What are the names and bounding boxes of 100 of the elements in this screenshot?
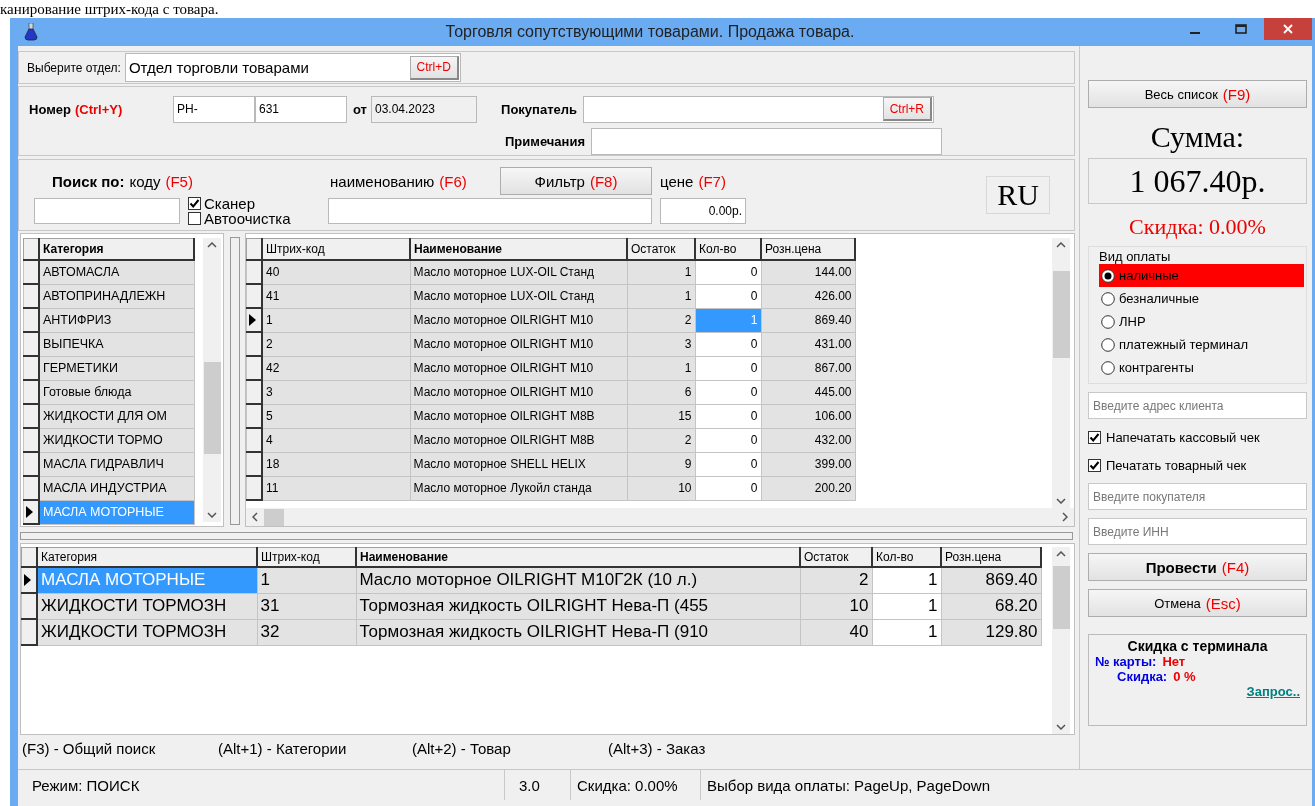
column-header[interactable]: Штрих-код [262,238,410,260]
row-header[interactable] [23,452,39,476]
chevron-left-icon[interactable] [252,512,258,522]
checkbox[interactable]: Сканер [188,196,322,211]
request-link[interactable]: Запрос.. [1246,684,1300,699]
row-header[interactable] [23,500,39,524]
row-header[interactable] [246,284,262,308]
close-button[interactable] [1264,18,1312,40]
row-header[interactable] [23,260,39,284]
radio-option[interactable]: наличные [1099,264,1304,287]
price-search-field[interactable]: 0.00р. [660,198,746,224]
row-header[interactable] [21,567,37,593]
row-header[interactable] [246,308,262,332]
column-header[interactable]: Розн.цена [761,238,855,260]
row-header[interactable] [246,452,262,476]
column-header[interactable]: Остаток [800,547,872,567]
row-header[interactable] [23,476,39,500]
scroll-thumb[interactable] [1052,565,1070,630]
scroll-thumb[interactable] [1052,271,1070,359]
row-header[interactable] [246,404,262,428]
table-cell: 1 [257,567,356,593]
column-header[interactable]: Наименование [356,547,800,567]
table-cell[interactable]: ЖИДКОСТИ ТОРМОЗН [37,619,257,645]
vertical-scrollbar[interactable] [1052,547,1070,734]
row-header[interactable] [246,380,262,404]
filter-button[interactable]: Фильтр (F8) [500,167,652,195]
column-header[interactable]: Категория [39,238,194,260]
post-button[interactable]: Провести (F4) [1088,553,1307,581]
vertical-scrollbar[interactable] [203,238,221,522]
row-header[interactable] [23,308,39,332]
table-cell[interactable]: Готовые блюда [39,380,194,404]
row-header[interactable] [23,404,39,428]
input-field[interactable]: PH- [173,95,255,123]
name-search-field[interactable] [328,198,652,224]
scroll-thumb[interactable] [264,508,284,526]
quantity-cell[interactable]: 1 [872,619,941,645]
column-header[interactable]: Наименование [410,238,627,260]
radio-option[interactable]: ЛНР [1099,310,1304,333]
row-header[interactable] [21,593,37,619]
checkbox[interactable]: Печатать товарный чек [1088,455,1307,475]
scroll-thumb[interactable] [203,362,221,455]
chevron-up-icon[interactable] [1056,242,1066,248]
chevron-up-icon[interactable] [1056,551,1066,557]
table-cell[interactable]: МАСЛА ИНДУСТРИА [39,476,194,500]
row-header[interactable] [246,260,262,284]
checkbox[interactable]: Автоочистка [188,211,322,226]
horizontal-scrollbar[interactable] [246,508,1074,526]
quantity-cell[interactable]: 1 [872,593,941,619]
row-header[interactable] [23,356,39,380]
chevron-right-icon[interactable] [1062,512,1068,522]
buyer-field[interactable]: Введите покупателя [1088,483,1307,510]
column-header[interactable]: Остаток [627,238,695,260]
radio-option[interactable]: безналичные [1099,287,1304,310]
table-cell[interactable]: ВЫПЕЧКА [39,332,194,356]
buyer-field[interactable]: Ctrl+R [583,95,934,123]
row-header[interactable] [23,428,39,452]
row-header[interactable] [23,380,39,404]
cancel-button[interactable]: Отмена (Esc) [1088,589,1307,617]
vertical-scrollbar[interactable] [1052,238,1070,508]
table-cell[interactable]: АВТОПРИНАДЛЕЖН [39,284,194,308]
column-header[interactable]: Кол-во [872,547,941,567]
table-cell[interactable]: ЖИДКОСТИ ДЛЯ ОМ [39,404,194,428]
row-header[interactable] [246,356,262,380]
row-header[interactable] [21,619,37,645]
notes-field[interactable] [591,127,942,155]
table-cell[interactable]: АНТИФРИЗ [39,308,194,332]
row-header[interactable] [23,284,39,308]
quantity-cell[interactable]: 1 [872,567,941,593]
row-header[interactable] [246,428,262,452]
field-label: от [353,101,367,117]
chevron-down-icon[interactable] [207,512,217,518]
table-cell[interactable]: ЖИДКОСТИ ТОРМОЗН [37,593,257,619]
row-header[interactable] [23,332,39,356]
chevron-up-icon[interactable] [207,242,217,248]
row-header[interactable] [246,332,262,356]
column-header[interactable]: Категория [37,547,257,567]
button[interactable]: Ctrl+R [882,97,932,121]
table-cell[interactable]: АВТОМАСЛА [39,260,194,284]
radio-option[interactable]: платежный терминал [1099,333,1304,356]
keyboard-layout-indicator: RU [986,176,1050,214]
code-search-field[interactable] [34,198,180,224]
input-field[interactable]: 631 [255,95,347,123]
table-cell[interactable]: МАСЛА ГИДРАВЛИЧ [39,452,194,476]
chevron-down-icon[interactable] [1056,724,1066,730]
row-header[interactable] [246,476,262,500]
address-field[interactable]: Введите адрес клиента [1088,392,1307,419]
chevron-down-icon[interactable] [1056,498,1066,504]
table-cell: 399.00 [761,452,855,476]
radio-option[interactable]: контрагенты [1099,356,1304,379]
show-all-button[interactable]: Весь список (F9) [1088,80,1307,108]
column-header[interactable]: Штрих-код [257,547,356,567]
button[interactable]: Ctrl+D [409,55,459,80]
department-field[interactable]: Отдел торговли товарами Ctrl+D [124,53,461,82]
row-header [21,547,37,567]
checkbox[interactable]: Напечатать кассовый чек [1088,427,1307,447]
inn-field[interactable]: Введите ИНН [1088,518,1307,545]
table-cell[interactable]: ЖИДКОСТИ ТОРМО [39,428,194,452]
table-cell[interactable]: ГЕРМЕТИКИ [39,356,194,380]
column-header[interactable]: Розн.цена [941,547,1041,567]
column-header[interactable]: Кол-во [695,238,761,260]
